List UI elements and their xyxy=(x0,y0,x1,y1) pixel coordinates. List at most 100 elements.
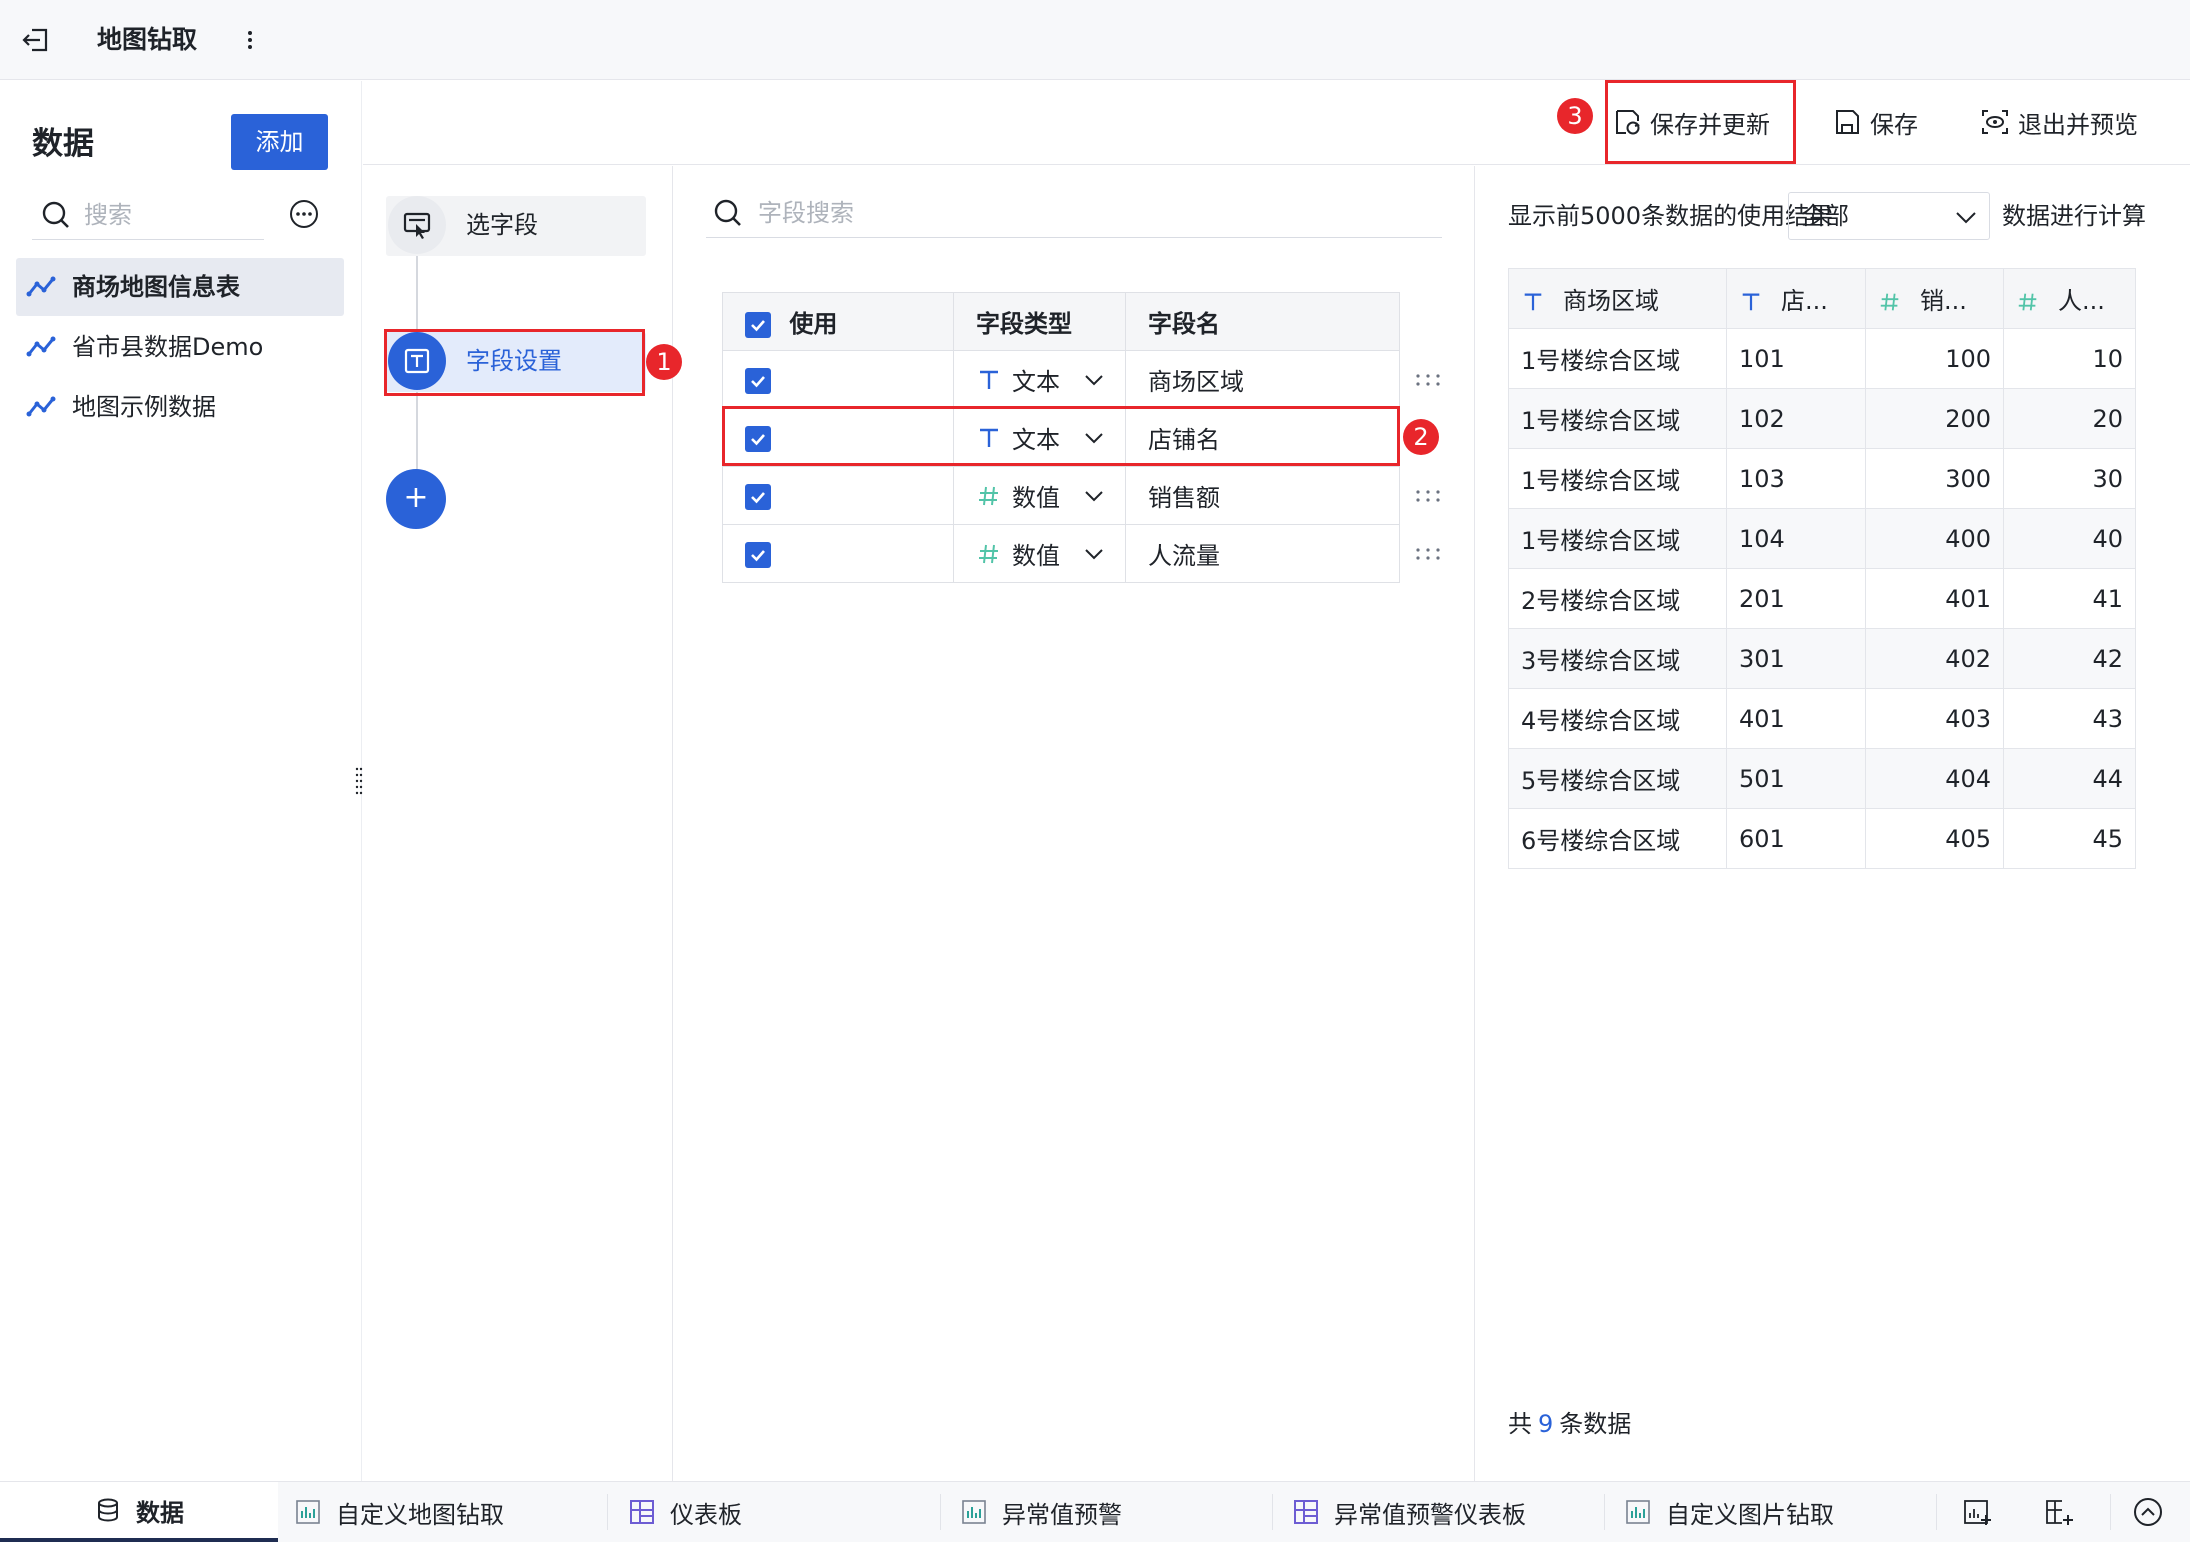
tab-dashboard[interactable]: 仪表板 xyxy=(628,1482,742,1542)
step-select-fields[interactable]: 选字段 xyxy=(386,196,646,256)
cell-area: 6号楼综合区域 xyxy=(1508,808,1727,869)
number-type-icon xyxy=(979,544,998,563)
sidebar-search[interactable] xyxy=(32,192,264,240)
cell-traffic: 40 xyxy=(2003,508,2136,569)
tab-custom-map-drill[interactable]: 自定义地图钻取 xyxy=(294,1482,504,1542)
select-all-checkbox[interactable] xyxy=(745,312,771,338)
preview-column-header[interactable]: 销... xyxy=(1865,268,2004,329)
tab-separator xyxy=(1936,1494,1937,1530)
collapse-up-icon[interactable] xyxy=(2132,1496,2164,1528)
add-button[interactable]: 添加 xyxy=(231,114,328,170)
preview-icon xyxy=(1982,110,2008,134)
more-vertical-icon[interactable] xyxy=(238,22,262,58)
table-row: 1号楼综合区域 104 400 40 xyxy=(1508,508,2136,569)
save-icon xyxy=(1836,110,1859,134)
cell-shop: 601 xyxy=(1726,808,1866,869)
type-label: 数值 xyxy=(1012,484,1060,512)
top-bar xyxy=(0,0,2190,80)
preview-scope-select[interactable]: 全部 xyxy=(1788,192,1990,240)
type-cell[interactable]: 文本 xyxy=(953,350,1126,409)
tab-data[interactable]: 数据 xyxy=(0,1482,278,1542)
field-name-cell[interactable]: 商场区域 xyxy=(1125,350,1400,409)
preview-header-row: 商场区域 店... 销... 人... xyxy=(1508,268,2136,329)
use-cell xyxy=(722,350,954,409)
cell-area: 2号楼综合区域 xyxy=(1508,568,1727,629)
table-row: 1号楼综合区域 103 300 30 xyxy=(1508,448,2136,509)
step-label: 选字段 xyxy=(466,211,538,239)
preview-column-header[interactable]: 人... xyxy=(2003,268,2136,329)
cell-traffic: 44 xyxy=(2003,748,2136,809)
cell-sales: 100 xyxy=(1865,328,2004,389)
table-row: 1号楼综合区域 102 200 20 xyxy=(1508,388,2136,449)
table-row: 1号楼综合区域 101 100 10 xyxy=(1508,328,2136,389)
tab-separator xyxy=(607,1494,608,1530)
chevron-down-icon[interactable] xyxy=(1082,368,1106,392)
cell-area: 1号楼综合区域 xyxy=(1508,328,1727,389)
tab-anomaly-dashboard[interactable]: 异常值预警仪表板 xyxy=(1292,1482,1526,1542)
more-options-icon[interactable] xyxy=(288,198,320,230)
field-checkbox[interactable] xyxy=(745,541,771,568)
preview-column-header[interactable]: 商场区域 xyxy=(1508,268,1727,329)
field-row: 数值 销售额 xyxy=(722,466,1400,525)
cell-sales: 403 xyxy=(1865,688,2004,749)
field-name-cell[interactable]: 人流量 xyxy=(1125,524,1400,583)
drag-handle-icon[interactable] xyxy=(1414,488,1442,504)
field-table-header: 使用 字段类型 字段名 xyxy=(722,292,1400,351)
preview-note-prefix: 显示前5000条数据的使用结果 xyxy=(1508,202,1834,230)
sidebar-search-input[interactable] xyxy=(84,198,254,232)
table-row: 3号楼综合区域 301 402 42 xyxy=(1508,628,2136,689)
table-row: 5号楼综合区域 501 404 44 xyxy=(1508,748,2136,809)
drag-handle-icon[interactable] xyxy=(1414,546,1442,562)
number-type-icon xyxy=(2018,293,2037,311)
add-step-button[interactable]: + xyxy=(386,469,446,529)
search-icon xyxy=(40,198,72,232)
text-type-icon xyxy=(980,370,998,389)
dashboard-icon xyxy=(630,1500,654,1524)
dataset-icon xyxy=(26,334,56,360)
cell-traffic: 20 xyxy=(2003,388,2136,449)
cell-area: 5号楼综合区域 xyxy=(1508,748,1727,809)
row-count-prefix: 共 xyxy=(1508,1410,1532,1438)
bar-chart-icon xyxy=(962,1500,986,1524)
sidebar-item-mall-map[interactable]: 商场地图信息表 xyxy=(16,258,344,316)
save-and-update-button[interactable]: 保存并更新 xyxy=(1612,100,1770,144)
cell-sales: 300 xyxy=(1865,448,2004,509)
field-search-input[interactable] xyxy=(758,196,1358,230)
number-type-icon xyxy=(979,486,998,505)
tab-label: 仪表板 xyxy=(670,1500,742,1529)
add-chart-icon[interactable] xyxy=(1962,1496,1994,1528)
add-dashboard-icon[interactable] xyxy=(2044,1496,2076,1528)
tab-anomaly-alert[interactable]: 异常值预警 xyxy=(960,1482,1122,1542)
type-label: 数值 xyxy=(1012,542,1060,570)
sidebar-item-map-sample[interactable]: 地图示例数据 xyxy=(16,378,344,436)
table-row: 2号楼综合区域 201 401 41 xyxy=(1508,568,2136,629)
dataset-icon xyxy=(26,274,56,300)
sidebar-item-province-demo[interactable]: 省市县数据Demo xyxy=(16,318,344,376)
cell-sales: 401 xyxy=(1865,568,2004,629)
dashboard-icon xyxy=(1294,1500,1318,1524)
chevron-down-icon[interactable] xyxy=(1082,542,1106,566)
preview-column-header[interactable]: 店... xyxy=(1726,268,1866,329)
chevron-down-icon[interactable] xyxy=(1082,484,1106,508)
field-search[interactable] xyxy=(706,190,1442,238)
drag-handle-icon[interactable] xyxy=(1414,372,1442,388)
field-checkbox[interactable] xyxy=(745,483,771,510)
tab-separator xyxy=(2110,1494,2111,1530)
column-header-name: 字段名 xyxy=(1125,292,1400,351)
cell-shop: 102 xyxy=(1726,388,1866,449)
cell-area: 4号楼综合区域 xyxy=(1508,688,1727,749)
column-header-use[interactable]: 使用 xyxy=(722,292,954,351)
cell-area: 3号楼综合区域 xyxy=(1508,628,1727,689)
exit-and-preview-button[interactable]: 退出并预览 xyxy=(1980,100,2138,144)
type-cell[interactable]: 数值 xyxy=(953,524,1126,583)
exit-icon[interactable] xyxy=(18,22,54,58)
row-count-value: 9 xyxy=(1538,1410,1554,1438)
bar-chart-icon xyxy=(1626,1500,1650,1524)
bar-chart-icon xyxy=(296,1500,320,1524)
field-checkbox[interactable] xyxy=(745,367,771,394)
save-button[interactable]: 保存 xyxy=(1832,100,1918,144)
field-name-cell[interactable]: 销售额 xyxy=(1125,466,1400,525)
cell-sales: 200 xyxy=(1865,388,2004,449)
type-cell[interactable]: 数值 xyxy=(953,466,1126,525)
tab-custom-image-drill[interactable]: 自定义图片钻取 xyxy=(1624,1482,1834,1542)
